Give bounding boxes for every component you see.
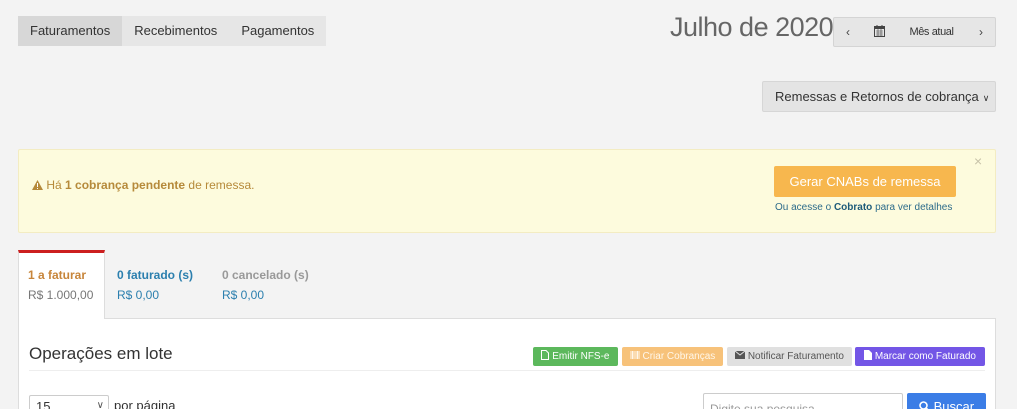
link-suffix: para ver detalhes — [875, 202, 953, 213]
link-prefix: Ou acesse o — [775, 202, 832, 213]
envelope-icon — [734, 350, 748, 362]
tab-a-faturar-value: R$ 1.000,00 — [28, 288, 94, 302]
current-month-button[interactable]: Mês atual — [896, 26, 967, 38]
tab-faturado-value: R$ 0,00 — [117, 288, 160, 302]
chevron-right-icon[interactable]: › — [967, 25, 995, 39]
warning-icon — [32, 178, 46, 192]
close-icon[interactable]: × — [974, 153, 982, 169]
month-navigator: ‹ Mês atual › — [833, 17, 996, 47]
criar-cobrancas-label: Criar Cobranças — [642, 351, 716, 362]
file-pdf-icon — [541, 350, 552, 362]
link-bold: Cobrato — [833, 202, 873, 213]
barcode-icon — [629, 351, 643, 362]
alert-suffix: de remessa. — [188, 178, 255, 192]
page-title: Julho de 2020 — [670, 12, 834, 42]
cobrato-link[interactable]: Ou acesse o Cobrato para ver detalhes — [775, 202, 952, 213]
pending-alert: Há 1 cobrança pendente de remessa. × Ger… — [18, 149, 996, 233]
calendar-icon[interactable] — [862, 24, 896, 40]
remessas-label: Remessas e Retornos de cobrança — [775, 89, 979, 104]
search-input[interactable]: Digite sua pesquisa — [703, 393, 903, 409]
tab-cancelado-value: R$ 0,00 — [222, 288, 265, 302]
per-page-label: por página — [114, 398, 176, 409]
emitir-nfse-label: Emitir NFS-e — [552, 351, 610, 362]
notificar-faturamento-button[interactable]: Notificar Faturamento — [727, 347, 852, 366]
notificar-faturamento-label: Notificar Faturamento — [747, 351, 844, 362]
alert-prefix: Há — [46, 178, 62, 192]
alert-bold: 1 cobrança pendente — [65, 178, 186, 192]
chevron-left-icon[interactable]: ‹ — [834, 25, 862, 39]
marcar-faturado-button[interactable]: Marcar como Faturado — [855, 347, 985, 366]
tab-cancelado[interactable]: 0 cancelado (s) R$ 0,00 — [222, 250, 332, 318]
top-tabs: Faturamentos Recebimentos Pagamentos — [18, 16, 327, 46]
chevron-down-icon: ∨ — [96, 400, 104, 409]
tab-faturamentos[interactable]: Faturamentos — [18, 16, 123, 46]
search-icon — [919, 399, 934, 409]
tab-cancelado-title: 0 cancelado (s) — [222, 268, 309, 282]
search-button-label: Buscar — [933, 399, 975, 409]
search-button[interactable]: Buscar — [907, 393, 986, 409]
panel-title: Operações em lote — [29, 344, 173, 363]
tab-faturado[interactable]: 0 faturado (s) R$ 0,00 — [117, 250, 217, 318]
alert-message: Há 1 cobrança pendente de remessa. — [32, 178, 254, 192]
tab-faturado-title: 0 faturado (s) — [117, 268, 194, 282]
tab-pagamentos[interactable]: Pagamentos — [229, 16, 327, 46]
marcar-faturado-label: Marcar como Faturado — [874, 351, 976, 362]
chevron-down-icon: ∨ — [982, 93, 990, 103]
per-page-select[interactable]: 15 ∨ — [29, 395, 109, 409]
batch-operations-panel: Operações em lote Emitir NFS-e Criar Cob… — [18, 318, 996, 409]
per-page-value: 15 — [36, 399, 51, 409]
divider — [29, 370, 985, 371]
remessas-dropdown-button[interactable]: Remessas e Retornos de cobrança ∨ — [762, 81, 996, 112]
file-icon — [864, 350, 875, 362]
gerar-cnabs-button[interactable]: Gerar CNABs de remessa — [774, 166, 956, 197]
tab-a-faturar[interactable]: 1 a faturar R$ 1.000,00 — [18, 250, 105, 319]
tab-recebimentos[interactable]: Recebimentos — [122, 16, 230, 46]
criar-cobrancas-button[interactable]: Criar Cobranças — [622, 347, 723, 366]
tab-a-faturar-title: 1 a faturar — [28, 268, 87, 282]
emitir-nfse-button[interactable]: Emitir NFS-e — [533, 347, 618, 366]
